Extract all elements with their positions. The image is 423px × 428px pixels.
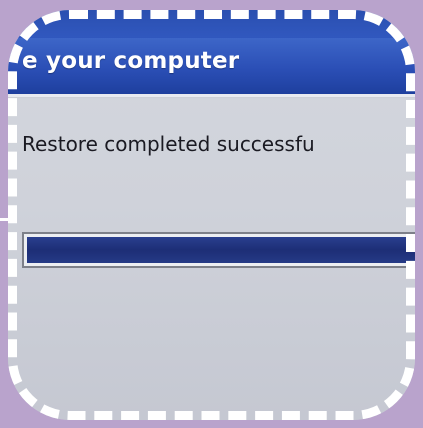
restore-dialog-window: e your computer Restore completed succes… xyxy=(8,10,415,420)
title-divider xyxy=(8,94,415,97)
restore-progress-bar xyxy=(22,232,415,268)
restore-progress-fill xyxy=(27,237,415,263)
restore-status-message: Restore completed successfu xyxy=(22,132,315,156)
dialog-title: e your computer xyxy=(22,48,240,74)
photo-frame: e your computer Restore completed succes… xyxy=(8,10,415,420)
screenshot-stage: e your computer Restore completed succes… xyxy=(0,0,423,428)
title-bar-top-strip xyxy=(8,10,415,38)
